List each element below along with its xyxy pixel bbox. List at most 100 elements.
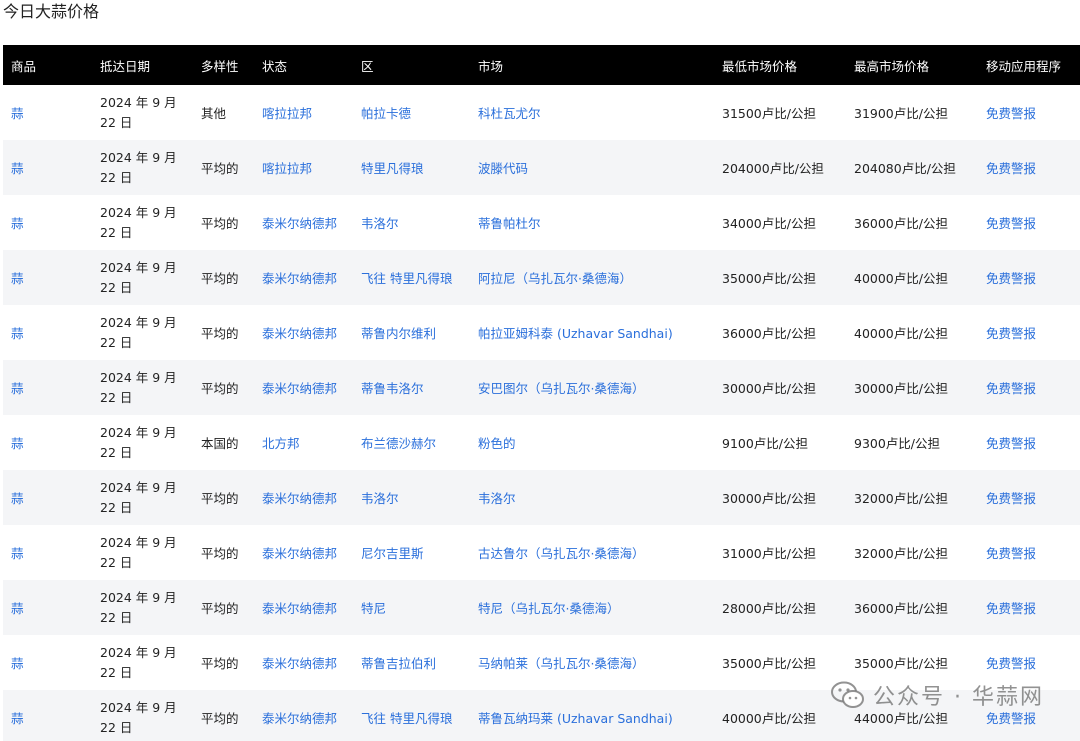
arrival-date-line-1: 2024 年 9 月 <box>100 204 177 220</box>
cell-commodity[interactable]: 蒜 <box>3 580 92 635</box>
cell-district[interactable]: 布兰德沙赫尔 <box>353 415 470 470</box>
cell-arrival-date: 2024 年 9 月 22 日 <box>92 85 193 140</box>
cell-free-alert[interactable]: 免费警报 <box>978 85 1080 140</box>
cell-free-alert[interactable]: 免费警报 <box>978 580 1080 635</box>
cell-market[interactable]: 韦洛尔 <box>470 470 714 525</box>
cell-arrival-date: 2024 年 9 月 22 日 <box>92 580 193 635</box>
cell-min-price: 9100卢比/公担 <box>722 436 809 451</box>
table-row: 蒜 2024 年 9 月 22 日 平均的 泰米尔纳德邦 韦洛尔 蒂鲁帕杜尔 34000卢比/… <box>3 195 1080 250</box>
cell-state[interactable]: 泰米尔纳德邦 <box>254 580 353 635</box>
cell-state[interactable]: 泰米尔纳德邦 <box>254 195 353 250</box>
column-header-market: 市场 <box>478 58 504 74</box>
cell-min-price: 31500卢比/公担 <box>722 106 816 121</box>
column-header-arrival-date: 抵达日期 <box>100 58 151 74</box>
cell-state[interactable]: 泰米尔纳德邦 <box>254 470 353 525</box>
cell-max-price: 35000卢比/公担 <box>854 656 948 671</box>
cell-district[interactable]: 特尼 <box>353 580 470 635</box>
arrival-date-line-2: 22 日 <box>100 114 133 130</box>
column-header-mobile-app: 移动应用程序 <box>986 58 1062 74</box>
cell-free-alert[interactable]: 免费警报 <box>978 305 1080 360</box>
cell-free-alert[interactable]: 免费警报 <box>978 470 1080 525</box>
cell-commodity[interactable]: 蒜 <box>3 195 92 250</box>
cell-state[interactable]: 泰米尔纳德邦 <box>254 250 353 305</box>
arrival-date-line-1: 2024 年 9 月 <box>100 94 177 110</box>
arrival-date-line-2: 22 日 <box>100 334 133 350</box>
cell-arrival-date: 2024 年 9 月 22 日 <box>92 305 193 360</box>
cell-district[interactable]: 帕拉卡德 <box>353 85 470 140</box>
cell-arrival-date: 2024 年 9 月 22 日 <box>92 690 193 741</box>
cell-state[interactable]: 泰米尔纳德邦 <box>254 305 353 360</box>
cell-commodity[interactable]: 蒜 <box>3 250 92 305</box>
cell-market[interactable]: 古达鲁尔（乌扎瓦尔·桑德海） <box>470 525 714 580</box>
cell-min-price: 30000卢比/公担 <box>722 381 816 396</box>
cell-commodity[interactable]: 蒜 <box>3 140 92 195</box>
cell-max-price: 9300卢比/公担 <box>854 436 941 451</box>
cell-market[interactable]: 阿拉尼（乌扎瓦尔·桑德海） <box>470 250 714 305</box>
cell-commodity[interactable]: 蒜 <box>3 360 92 415</box>
cell-district[interactable]: 蒂鲁内尔维利 <box>353 305 470 360</box>
cell-market[interactable]: 粉色的 <box>470 415 714 470</box>
cell-free-alert[interactable]: 免费警报 <box>978 690 1080 741</box>
cell-state[interactable]: 北方邦 <box>254 415 353 470</box>
table-row: 蒜 2024 年 9 月 22 日 平均的 泰米尔纳德邦 尼尔吉里斯 古达鲁尔（乌扎瓦尔·桑… <box>3 525 1080 580</box>
page-title: 今日大蒜价格 <box>3 2 100 21</box>
cell-district[interactable]: 特里凡得琅 <box>353 140 470 195</box>
arrival-date-line-1: 2024 年 9 月 <box>100 314 177 330</box>
cell-free-alert[interactable]: 免费警报 <box>978 195 1080 250</box>
cell-market[interactable]: 安巴图尔（乌扎瓦尔·桑德海） <box>470 360 714 415</box>
cell-market[interactable]: 马纳帕莱（乌扎瓦尔·桑德海） <box>470 635 714 690</box>
arrival-date-line-1: 2024 年 9 月 <box>100 369 177 385</box>
cell-commodity[interactable]: 蒜 <box>3 525 92 580</box>
cell-free-alert[interactable]: 免费警报 <box>978 415 1080 470</box>
cell-district[interactable]: 飞往 特里凡得琅 <box>353 250 470 305</box>
cell-state[interactable]: 喀拉拉邦 <box>254 85 353 140</box>
arrival-date-line-2: 22 日 <box>100 444 133 460</box>
cell-free-alert[interactable]: 免费警报 <box>978 635 1080 690</box>
cell-district[interactable]: 韦洛尔 <box>353 195 470 250</box>
cell-market[interactable]: 帕拉亚姆科泰 (Uzhavar Sandhai) <box>470 305 714 360</box>
cell-max-price: 44000卢比/公担 <box>854 711 948 726</box>
cell-free-alert[interactable]: 免费警报 <box>978 140 1080 195</box>
cell-state[interactable]: 泰米尔纳德邦 <box>254 635 353 690</box>
cell-district[interactable]: 韦洛尔 <box>353 470 470 525</box>
cell-district[interactable]: 蒂鲁吉拉伯利 <box>353 635 470 690</box>
cell-commodity[interactable]: 蒜 <box>3 690 92 741</box>
table-row: 蒜 2024 年 9 月 22 日 其他 喀拉拉邦 帕拉卡德 科杜瓦尤尔 31500卢比/公担… <box>3 85 1080 140</box>
cell-free-alert[interactable]: 免费警报 <box>978 360 1080 415</box>
cell-commodity[interactable]: 蒜 <box>3 415 92 470</box>
arrival-date-line-2: 22 日 <box>100 554 133 570</box>
cell-variety: 平均的 <box>201 656 239 671</box>
cell-commodity[interactable]: 蒜 <box>3 635 92 690</box>
cell-state[interactable]: 泰米尔纳德邦 <box>254 525 353 580</box>
cell-commodity[interactable]: 蒜 <box>3 85 92 140</box>
table-row: 蒜 2024 年 9 月 22 日 平均的 泰米尔纳德邦 飞往 特里凡得琅 阿拉尼（乌扎瓦尔… <box>3 250 1080 305</box>
cell-district[interactable]: 蒂鲁韦洛尔 <box>353 360 470 415</box>
arrival-date-line-1: 2024 年 9 月 <box>100 699 177 715</box>
cell-variety: 平均的 <box>201 711 239 726</box>
cell-state[interactable]: 泰米尔纳德邦 <box>254 690 353 741</box>
arrival-date-line-1: 2024 年 9 月 <box>100 534 177 550</box>
table-header-row: 商品 抵达日期 多样性 状态 区 市场 最低市场价格 最高市场价格 移动应用程序 <box>3 45 1080 85</box>
cell-district[interactable]: 飞往 特里凡得琅 <box>353 690 470 741</box>
cell-state[interactable]: 喀拉拉邦 <box>254 140 353 195</box>
cell-market[interactable]: 波滕代码 <box>470 140 714 195</box>
table-row: 蒜 2024 年 9 月 22 日 本国的 北方邦 布兰德沙赫尔 粉色的 9100卢比/公担 9… <box>3 415 1080 470</box>
arrival-date-line-1: 2024 年 9 月 <box>100 644 177 660</box>
arrival-date-line-1: 2024 年 9 月 <box>100 259 177 275</box>
table-row: 蒜 2024 年 9 月 22 日 平均的 泰米尔纳德邦 飞往 特里凡得琅 蒂鲁瓦纳玛莱 (… <box>3 690 1080 741</box>
cell-min-price: 35000卢比/公担 <box>722 656 816 671</box>
cell-district[interactable]: 尼尔吉里斯 <box>353 525 470 580</box>
column-header-max-price: 最高市场价格 <box>854 58 930 74</box>
cell-market[interactable]: 蒂鲁帕杜尔 <box>470 195 714 250</box>
column-header-commodity: 商品 <box>11 58 37 74</box>
cell-commodity[interactable]: 蒜 <box>3 305 92 360</box>
cell-state[interactable]: 泰米尔纳德邦 <box>254 360 353 415</box>
cell-free-alert[interactable]: 免费警报 <box>978 250 1080 305</box>
cell-market[interactable]: 蒂鲁瓦纳玛莱 (Uzhavar Sandhai) <box>470 690 714 741</box>
arrival-date-line-2: 22 日 <box>100 609 133 625</box>
cell-min-price: 204000卢比/公担 <box>722 161 824 176</box>
cell-market[interactable]: 特尼（乌扎瓦尔·桑德海） <box>470 580 714 635</box>
cell-free-alert[interactable]: 免费警报 <box>978 525 1080 580</box>
cell-market[interactable]: 科杜瓦尤尔 <box>470 85 714 140</box>
cell-commodity[interactable]: 蒜 <box>3 470 92 525</box>
